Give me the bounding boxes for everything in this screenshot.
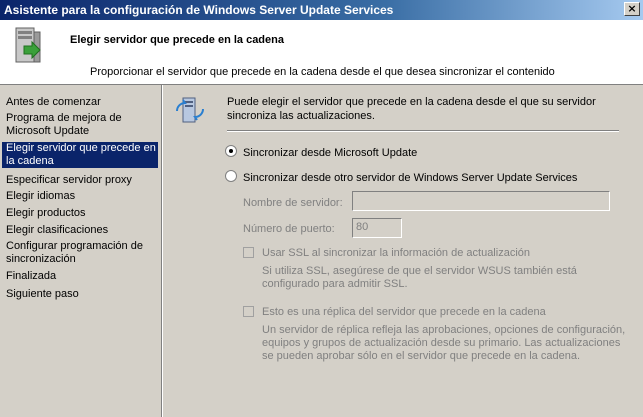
intro-text: Puede elegir el servidor que precede en … <box>227 96 596 122</box>
wizard-header: Elegir servidor que precede en la cadena… <box>0 20 643 85</box>
section-divider <box>227 130 619 132</box>
server-name-input[interactable] <box>352 191 610 211</box>
radio-wsus-server[interactable]: Sincronizar desde otro servidor de Windo… <box>225 170 577 184</box>
radio-unselected-icon[interactable] <box>225 170 237 182</box>
radio-microsoft-update-label: Sincronizar desde Microsoft Update <box>243 147 418 159</box>
radio-microsoft-update[interactable]: Sincronizar desde Microsoft Update <box>225 145 417 159</box>
ssl-note: Si utiliza SSL, asegúrese de que el serv… <box>262 265 577 290</box>
sidebar-item-elegir-clasificaciones[interactable]: Elegir clasificaciones <box>2 224 158 237</box>
replica-checkbox-label: Esto es una réplica del servidor que pre… <box>262 306 546 318</box>
sidebar-item-elegir-idiomas[interactable]: Elegir idiomas <box>2 190 158 203</box>
sidebar-item-antes-de-comenzar[interactable]: Antes de comenzar <box>2 96 158 109</box>
server-name-label: Nombre de servidor: <box>243 197 343 209</box>
sidebar-divider <box>161 85 162 417</box>
replica-note: Un servidor de réplica refleja las aprob… <box>262 324 626 362</box>
sidebar-item-elegir-servidor[interactable]: Elegir servidor que precede en la cadena <box>2 142 158 168</box>
sidebar-item-siguiente-paso[interactable]: Siguiente paso <box>2 288 158 301</box>
port-label: Número de puerto: <box>243 223 335 235</box>
sidebar-item-programa-de-mejora[interactable]: Programa de mejora de Microsoft Update <box>2 112 158 138</box>
radio-selected-icon[interactable] <box>225 145 237 157</box>
ssl-checkbox[interactable] <box>243 247 254 258</box>
server-sync-icon <box>176 97 204 123</box>
wizard-content: Puede elegir el servidor que precede en … <box>163 85 643 417</box>
radio-wsus-server-label: Sincronizar desde otro servidor de Windo… <box>243 172 578 184</box>
title-bar: Asistente para la configuración de Windo… <box>0 0 643 20</box>
sidebar-item-especificar-proxy[interactable]: Especificar servidor proxy <box>2 174 158 187</box>
wizard-window: Asistente para la configuración de Windo… <box>0 0 643 417</box>
close-button[interactable]: × <box>624 2 640 16</box>
page-title: Elegir servidor que precede en la cadena <box>70 34 284 46</box>
replica-checkbox[interactable] <box>243 306 254 317</box>
ssl-checkbox-row[interactable]: Usar SSL al sincronizar la información d… <box>243 247 530 259</box>
sidebar-item-configurar-programacion[interactable]: Configurar programación de sincronizació… <box>2 240 158 266</box>
replica-checkbox-row[interactable]: Esto es una réplica del servidor que pre… <box>243 306 546 318</box>
sidebar-item-finalizada[interactable]: Finalizada <box>2 270 158 283</box>
window-title: Asistente para la configuración de Windo… <box>4 3 394 17</box>
ssl-checkbox-label: Usar SSL al sincronizar la información d… <box>262 247 530 259</box>
port-input[interactable]: 80 <box>352 218 402 238</box>
page-description: Proporcionar el servidor que precede en … <box>90 66 555 78</box>
wizard-steps: Antes de comenzar Programa de mejora de … <box>0 85 163 417</box>
sidebar-item-elegir-productos[interactable]: Elegir productos <box>2 207 158 220</box>
server-update-icon <box>15 27 41 63</box>
